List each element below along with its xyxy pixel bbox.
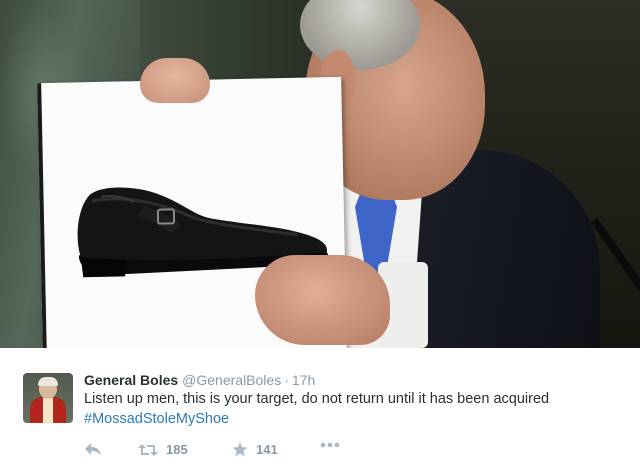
more-icon: [320, 442, 340, 448]
reply-button[interactable]: [84, 442, 102, 456]
pointing-hand: [255, 255, 390, 345]
favorite-count: 141: [256, 442, 278, 457]
tweet-photo[interactable]: [0, 0, 640, 348]
retweet-icon: [138, 443, 158, 456]
retweet-count: 185: [166, 442, 188, 457]
tweet-header: General Boles @GeneralBoles · 17h: [84, 372, 315, 388]
user-handle[interactable]: @GeneralBoles: [182, 372, 281, 388]
display-name[interactable]: General Boles: [84, 372, 178, 388]
tweet-card: General Boles @GeneralBoles · 17h Listen up…: [0, 348, 640, 470]
more-button[interactable]: [320, 442, 340, 448]
reply-icon: [85, 443, 101, 455]
retweet-button[interactable]: 185: [138, 442, 188, 457]
tweet-text: Listen up men, this is your target, do n…: [84, 391, 550, 407]
hashtag-link[interactable]: #MossadStoleMyShoe: [84, 411, 229, 427]
timestamp[interactable]: 17h: [292, 372, 315, 388]
hand-holding-board: [140, 58, 210, 103]
favorite-button[interactable]: 141: [232, 442, 278, 457]
avatar-sash: [43, 398, 53, 423]
avatar[interactable]: [23, 373, 73, 423]
separator-dot: ·: [284, 372, 289, 388]
star-icon: [232, 442, 248, 457]
avatar-hair: [38, 377, 58, 386]
